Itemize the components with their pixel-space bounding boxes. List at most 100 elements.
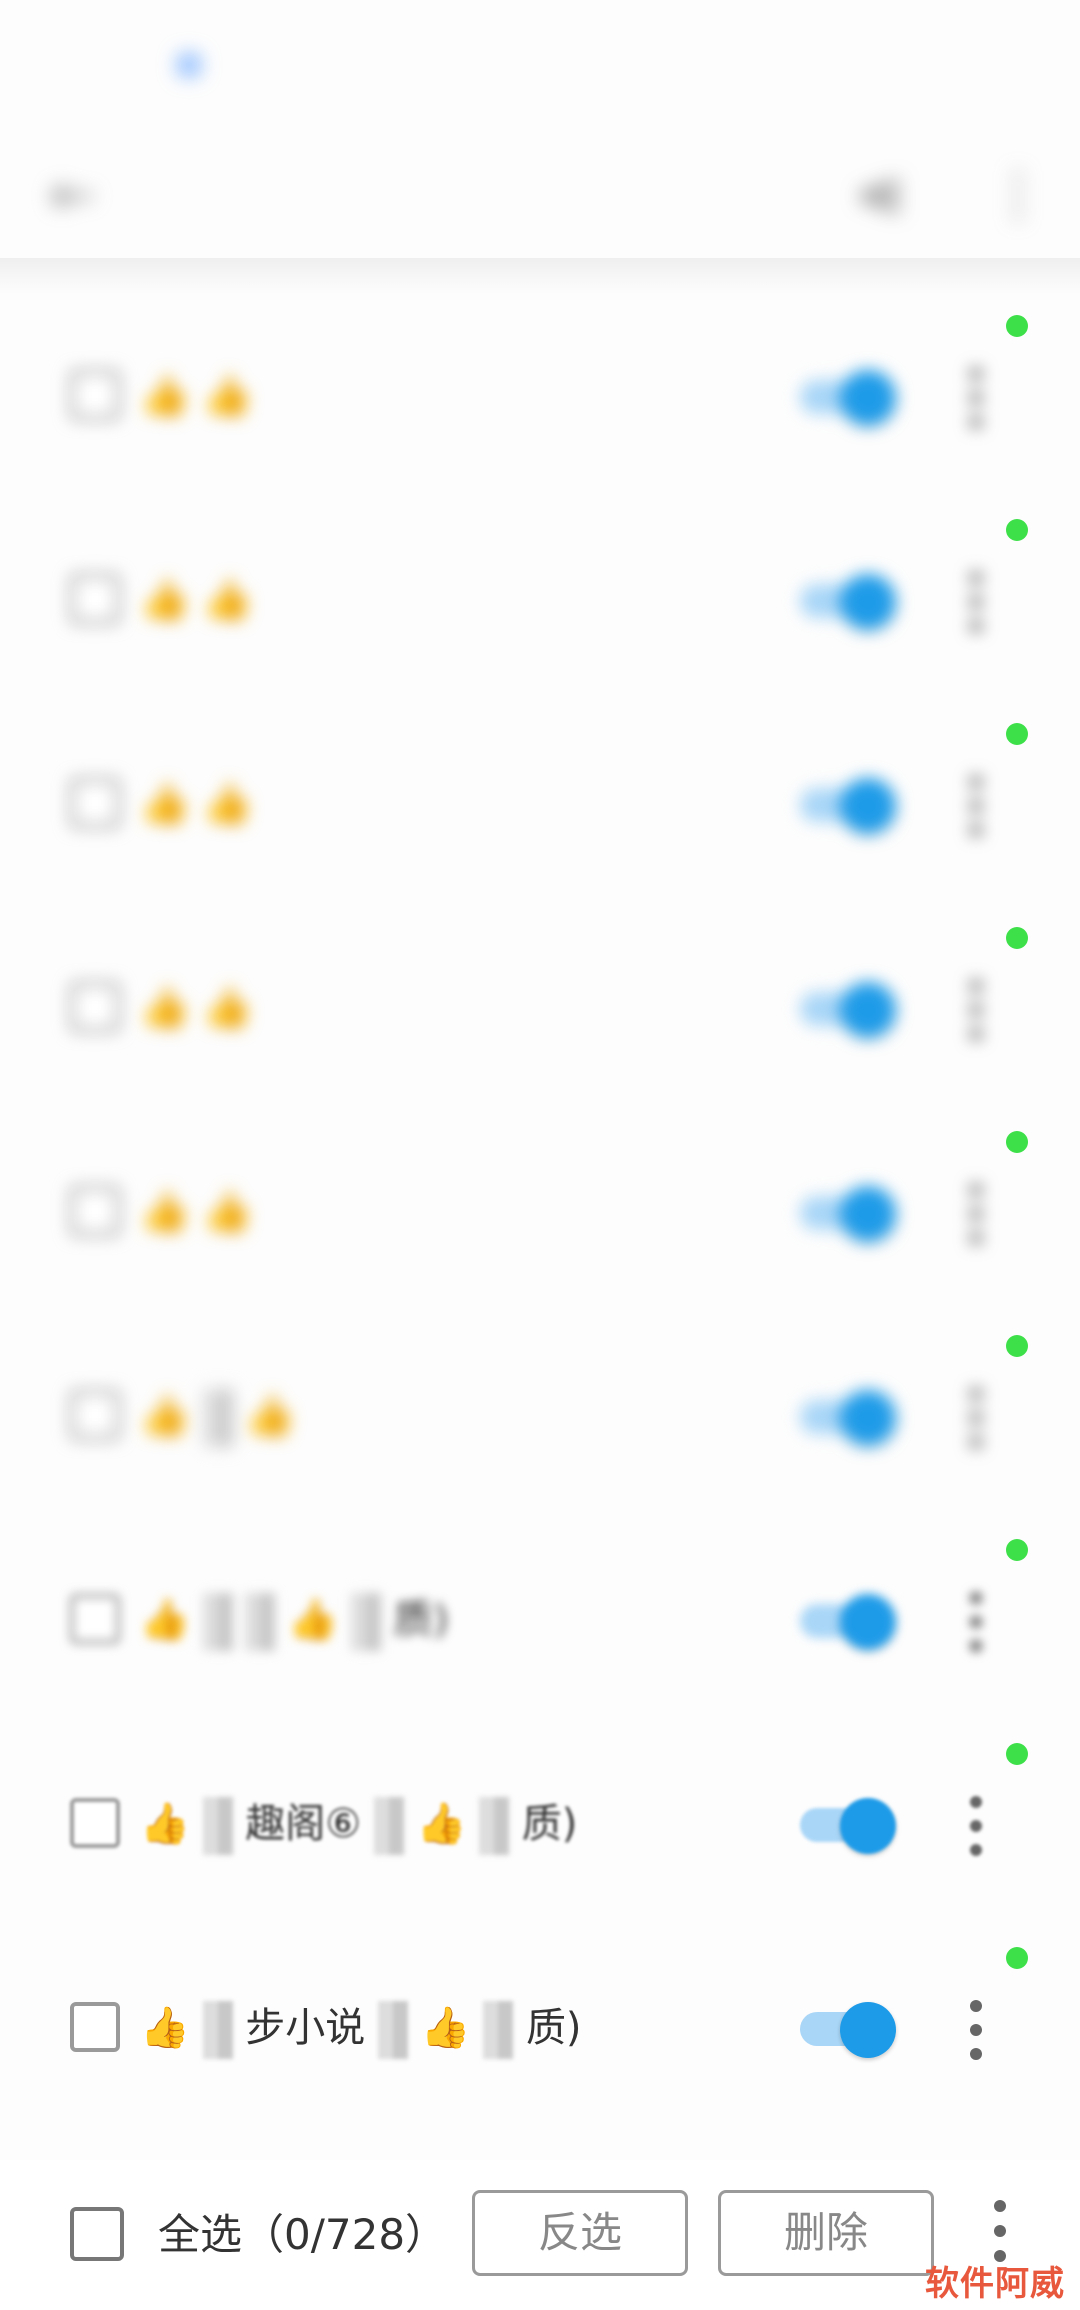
row-label-quality: 质)	[521, 1801, 578, 1847]
thumbs-up-icon: 👍	[140, 1393, 190, 1439]
list-item[interactable]: 👍 👍	[0, 902, 1080, 1106]
more-vertical-icon[interactable]	[966, 1184, 986, 1244]
status-bar	[0, 0, 1080, 130]
more-vertical-icon[interactable]	[966, 572, 986, 632]
thumbs-up-icon: 👍	[140, 1189, 190, 1235]
more-vertical-icon[interactable]: ⋮	[990, 155, 1046, 235]
toggle-knob	[840, 370, 896, 426]
enable-toggle[interactable]	[800, 1186, 896, 1242]
status-left	[160, 54, 200, 76]
list-item[interactable]: 👍 👍	[0, 1310, 1080, 1514]
thumbs-up-icon: 👍	[140, 577, 190, 623]
row-checkbox[interactable]	[70, 1798, 120, 1848]
redaction-mosaic	[202, 1797, 233, 1855]
more-vertical-icon[interactable]	[990, 2200, 1010, 2262]
more-vertical-icon[interactable]	[966, 368, 986, 428]
list-item[interactable]: 👍 👍	[0, 494, 1080, 698]
status-dot	[1006, 927, 1028, 949]
list-item[interactable]: 👍 趣阁⑥ 👍 质)	[0, 1718, 1080, 1922]
select-all-text: 全选	[158, 2210, 243, 2259]
thumbs-up-icon: 👍	[140, 373, 190, 419]
redaction-mosaic	[373, 1797, 404, 1855]
thumbs-up-icon: 👍	[202, 373, 253, 419]
more-vertical-icon[interactable]	[966, 1388, 986, 1448]
thumbs-up-icon: 👍	[140, 781, 190, 827]
more-vertical-icon[interactable]	[966, 1796, 986, 1856]
more-vertical-icon[interactable]	[966, 2000, 986, 2060]
toggle-knob	[840, 1186, 896, 1242]
thumbs-up-icon: 👍	[245, 1393, 296, 1439]
row-label-name: 趣阁⑥	[245, 1801, 362, 1847]
arrow-left-icon[interactable]: ←	[50, 165, 110, 225]
enable-toggle[interactable]	[800, 370, 896, 426]
toggle-knob	[840, 1798, 896, 1854]
redaction-mosaic	[377, 2001, 408, 2059]
status-dot	[1006, 1743, 1028, 1765]
redaction-mosaic	[202, 1389, 233, 1447]
thumbs-up-icon: 👍	[287, 1597, 338, 1643]
redaction-mosaic	[350, 1593, 381, 1651]
status-dot	[1006, 723, 1028, 745]
row-label: 👍 步小说 👍 质)	[140, 1990, 582, 2066]
row-label: 👍 👍 质)	[140, 1582, 449, 1658]
enable-toggle[interactable]	[800, 982, 896, 1038]
more-vertical-icon[interactable]	[966, 1592, 986, 1652]
list-item[interactable]: 👍 👍	[0, 290, 1080, 494]
list-item[interactable]: 👍 👍	[0, 1106, 1080, 1310]
row-label-quality: 质)	[525, 2005, 582, 2051]
row-checkbox[interactable]	[70, 1186, 120, 1236]
status-dot	[1006, 315, 1028, 337]
list-item[interactable]: 👍 👍 质)	[0, 1514, 1080, 1718]
enable-toggle[interactable]	[800, 1390, 896, 1446]
enable-toggle[interactable]	[800, 1594, 896, 1650]
toggle-knob	[840, 1594, 896, 1650]
redaction-mosaic	[202, 2001, 233, 2059]
thumbs-up-icon: 👍	[140, 1801, 190, 1847]
redaction-mosaic	[479, 1797, 510, 1855]
row-label: 👍 👍	[140, 358, 252, 434]
share-icon[interactable]: ⋖	[840, 155, 920, 235]
selection-count: （0/728）	[242, 2210, 448, 2259]
enable-toggle[interactable]	[800, 1798, 896, 1854]
row-checkbox[interactable]	[70, 1594, 120, 1644]
redaction-mosaic	[245, 1593, 276, 1651]
enable-toggle[interactable]	[800, 2002, 896, 2058]
invert-selection-button[interactable]: 反选	[472, 2190, 688, 2276]
redaction-mosaic	[483, 2001, 514, 2059]
list-item[interactable]: 👍 步小说 👍 质)	[0, 1922, 1080, 2126]
more-vertical-icon[interactable]	[966, 980, 986, 1040]
redaction-mosaic	[202, 1593, 233, 1651]
thumbs-up-icon: 👍	[202, 781, 253, 827]
row-label-quality: 质)	[393, 1597, 449, 1643]
status-dot	[1006, 1335, 1028, 1357]
thumbs-up-icon: 👍	[140, 985, 190, 1031]
row-label: 👍 👍	[140, 1378, 295, 1454]
thumbs-up-icon: 👍	[140, 2005, 190, 2051]
status-dot	[1006, 1131, 1028, 1153]
delete-button[interactable]: 删除	[718, 2190, 934, 2276]
status-dot	[1006, 519, 1028, 541]
bottom-action-bar: 全选（0/728） 反选 删除	[0, 2160, 1080, 2310]
status-dot	[1006, 1539, 1028, 1561]
enable-toggle[interactable]	[800, 778, 896, 834]
row-label-name: 步小说	[245, 2005, 366, 2051]
thumbs-up-icon: 👍	[202, 1189, 253, 1235]
row-checkbox[interactable]	[70, 1390, 120, 1440]
row-checkbox[interactable]	[70, 574, 120, 624]
list-item[interactable]: 👍 👍	[0, 698, 1080, 902]
row-checkbox[interactable]	[70, 982, 120, 1032]
watermark: 软件阿威	[925, 2264, 1065, 2304]
select-all-checkbox[interactable]	[70, 2207, 124, 2261]
select-all-label: 全选（0/728）	[158, 2200, 447, 2270]
row-label: 👍 趣阁⑥ 👍 质)	[140, 1786, 577, 1862]
toggle-knob	[840, 574, 896, 630]
enable-toggle[interactable]	[800, 574, 896, 630]
more-vertical-icon[interactable]	[966, 776, 986, 836]
row-checkbox[interactable]	[70, 778, 120, 828]
thumbs-up-icon: 👍	[420, 2005, 471, 2051]
row-label: 👍 👍	[140, 1174, 252, 1250]
row-checkbox[interactable]	[70, 2002, 120, 2052]
row-checkbox[interactable]	[70, 370, 120, 420]
thumbs-up-icon: 👍	[202, 577, 253, 623]
toggle-knob	[840, 1390, 896, 1446]
